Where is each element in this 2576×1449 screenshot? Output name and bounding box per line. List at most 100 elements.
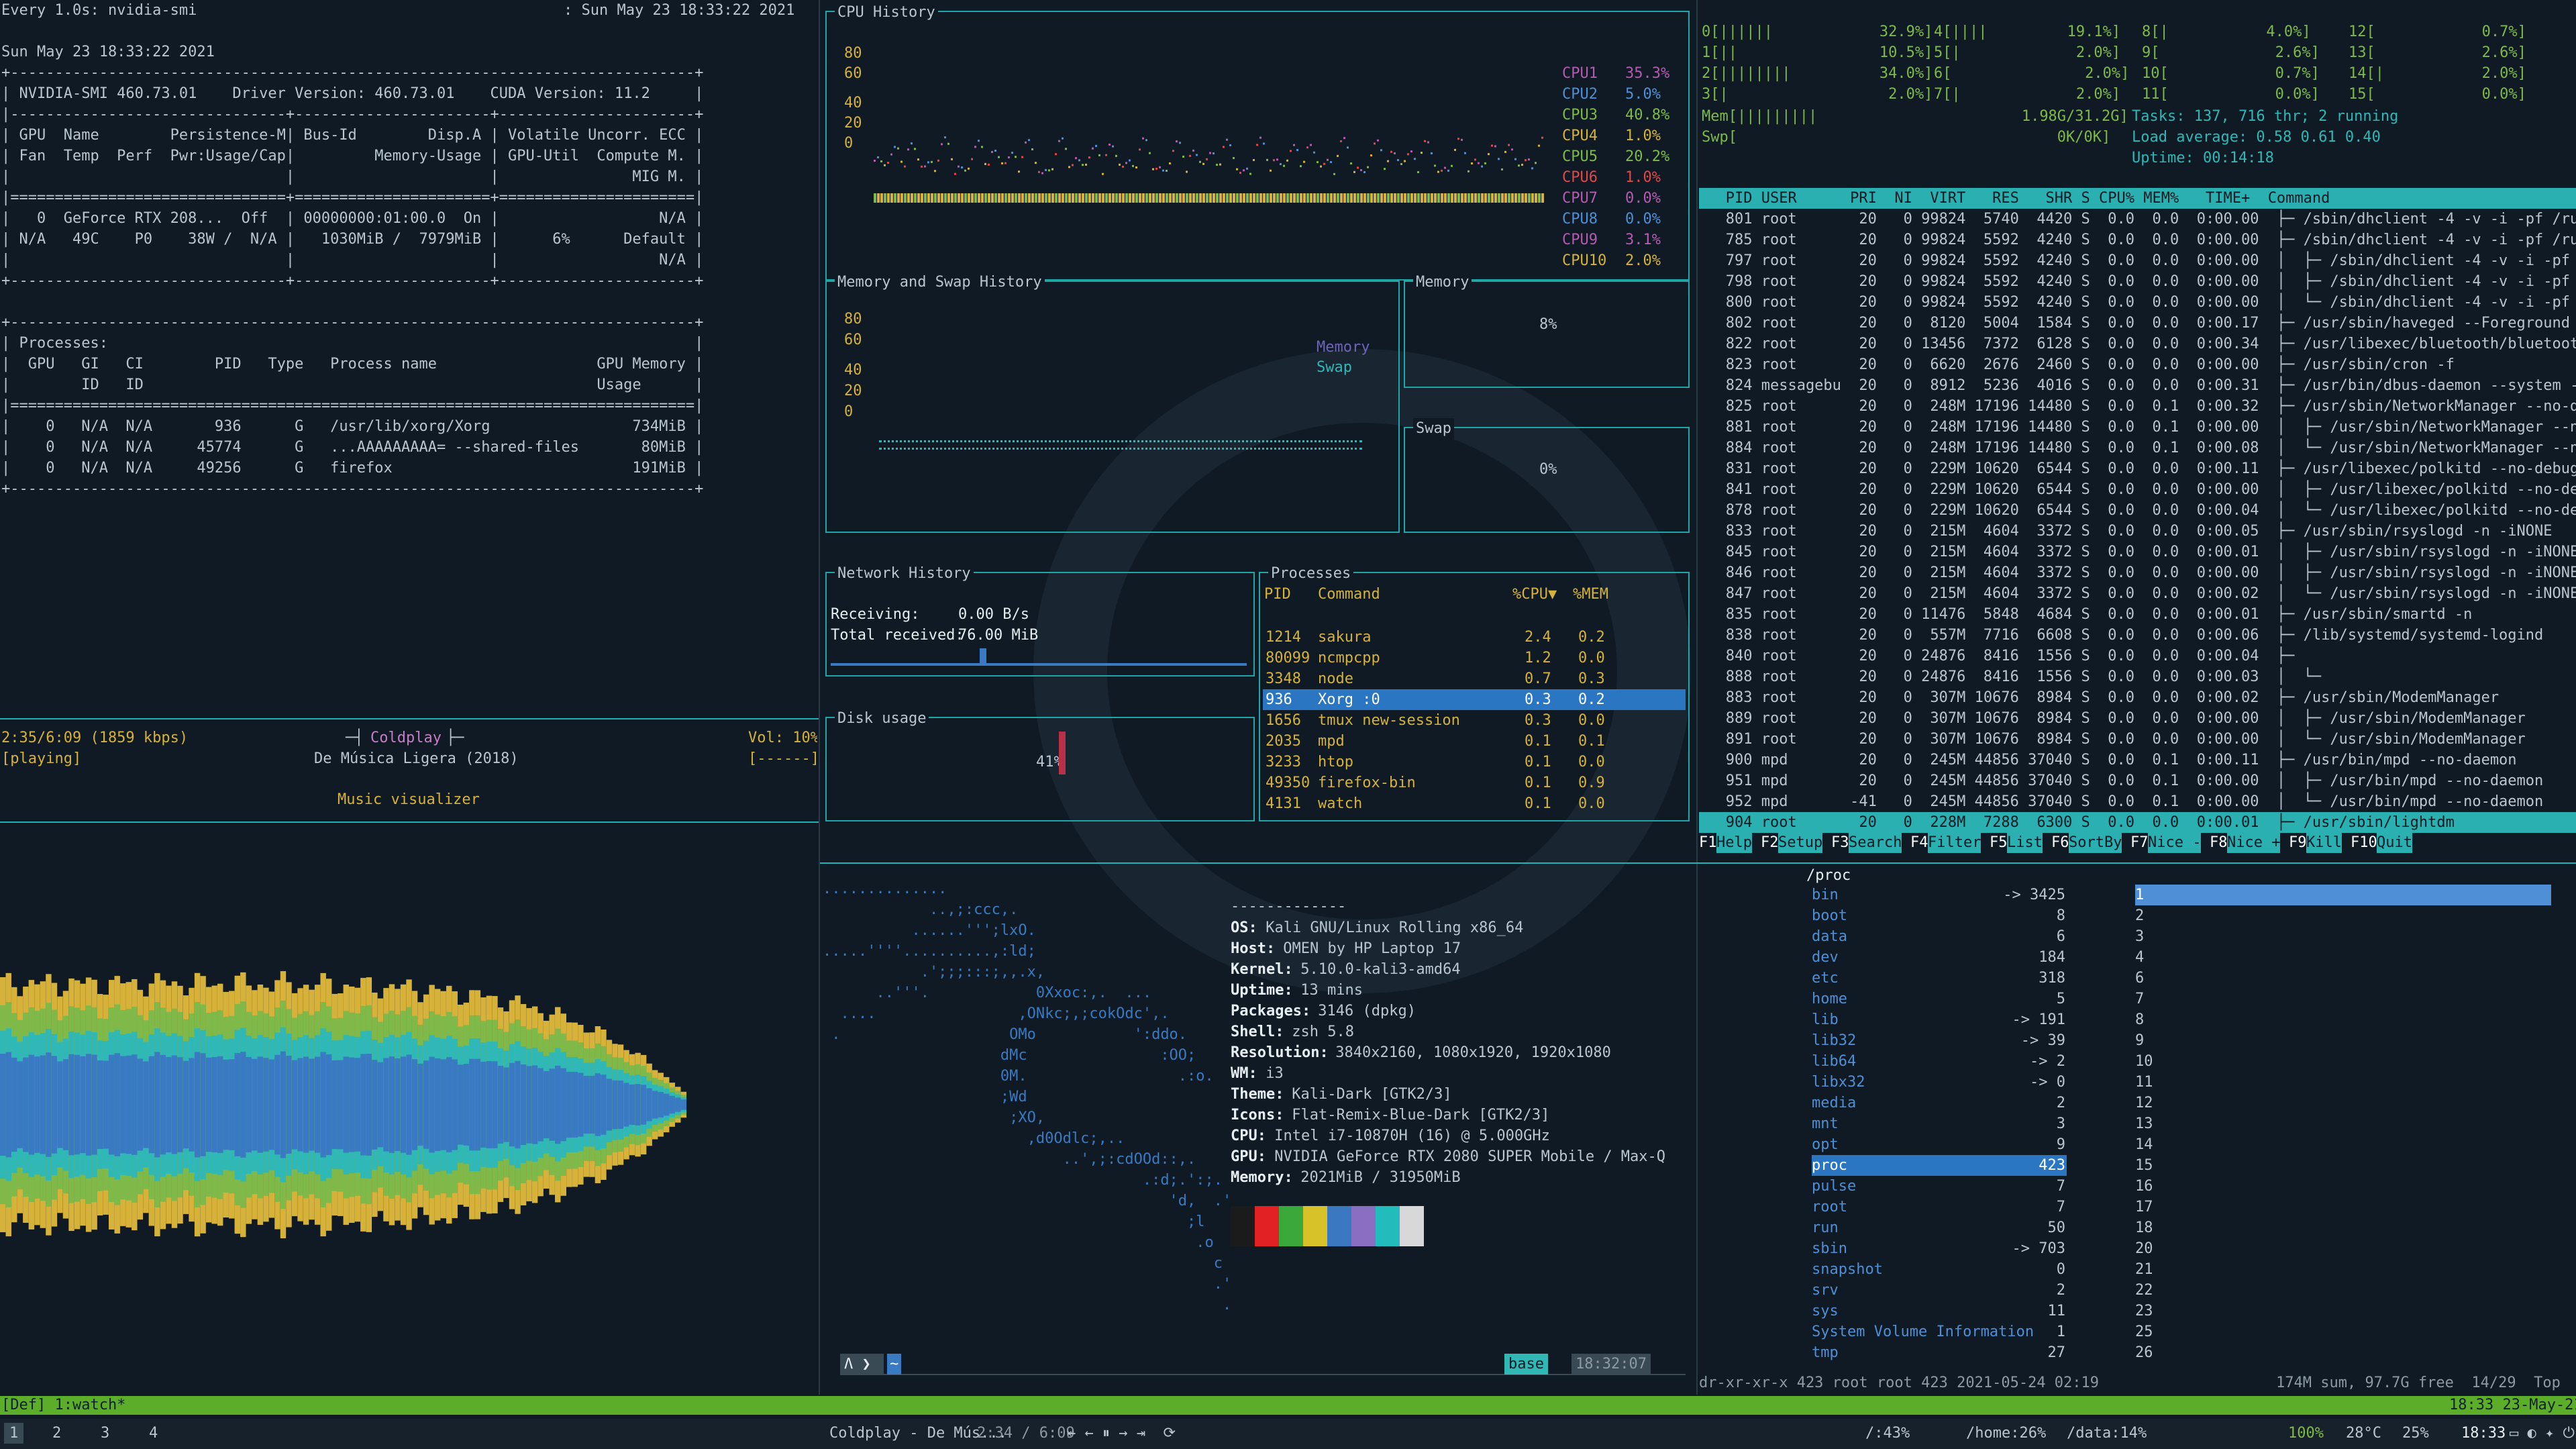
process-row[interactable]: 3348 node 0.7 0.3 [1263, 668, 1686, 689]
ranger-preview-entry[interactable]: 1 [2135, 885, 2551, 905]
ranger-preview-entry[interactable]: 7 [2135, 989, 2144, 1009]
htop-fkey[interactable]: F2 [1761, 832, 1779, 853]
process-row[interactable]: 49350 firefox-bin 0.1 0.9 [1263, 772, 1686, 793]
htop-fkey-label[interactable]: Nice + [2227, 832, 2281, 853]
bpytop-pane[interactable]: CPU History 80 60 40 20 0 CPU1 35.3% CPU2 5.0% C… [820, 0, 1696, 862]
ranger-preview-entry[interactable]: 12 [2135, 1093, 2153, 1113]
nvidia-smi-pane[interactable]: Every 1.0s: nvidia-smi : Sun May 23 18:3… [0, 0, 817, 717]
htop-process-row[interactable]: 878 root 20 0 229M 10620 6544 S 0.0 0.0 … [1699, 500, 2576, 521]
ranger-preview-entry[interactable]: 18 [2135, 1217, 2153, 1238]
ranger-preview-entry[interactable]: 13 [2135, 1113, 2153, 1134]
htop-fkey[interactable]: F3 [1831, 832, 1849, 853]
htop-process-row[interactable]: 952 mpd -41 0 245M 44856 37040 S 0.0 0.1… [1699, 791, 2576, 812]
process-row[interactable]: 1656 tmux new-session 0.3 0.0 [1263, 710, 1686, 731]
htop-process-row[interactable]: 785 root 20 0 99824 5592 4240 S 0.0 0.0 … [1699, 230, 2576, 250]
ranger-preview-entry[interactable]: 20 [2135, 1238, 2153, 1259]
htop-process-row[interactable]: 840 root 20 0 24876 8416 1556 S 0.0 0.0 … [1699, 646, 2576, 666]
htop-fkey-label[interactable]: Filter [1928, 832, 1981, 853]
ranger-preview-entry[interactable]: 11 [2135, 1072, 2153, 1093]
htop-fkey[interactable]: F5 [1990, 832, 2008, 853]
process-row[interactable]: 1214 sakura 2.4 0.2 [1263, 627, 1686, 648]
htop-process-row[interactable]: 900 mpd 20 0 245M 44856 37040 S 0.0 0.1 … [1699, 750, 2576, 770]
htop-process-row[interactable]: 841 root 20 0 229M 10620 6544 S 0.0 0.0 … [1699, 479, 2576, 500]
ranger-preview-entry[interactable]: 3 [2135, 926, 2144, 947]
htop-process-row[interactable]: 822 root 20 0 13456 7372 6128 S 0.0 0.0 … [1699, 334, 2576, 354]
htop-process-row[interactable]: 797 root 20 0 99824 5592 4240 S 0.0 0.0 … [1699, 250, 2576, 271]
ranger-preview-entry[interactable]: 15 [2135, 1155, 2153, 1176]
htop-process-row[interactable]: 951 mpd 20 0 245M 44856 37040 S 0.0 0.1 … [1699, 770, 2576, 791]
htop-fkey-label[interactable]: Nice - [2148, 832, 2202, 853]
workspace-button[interactable]: 4 [149, 1423, 158, 1444]
htop-fkey-label[interactable]: Quit [2377, 832, 2412, 853]
htop-fkey[interactable]: F1 [1699, 832, 1717, 853]
ranger-preview-entry[interactable]: 9 [2135, 1030, 2144, 1051]
workspace-button[interactable]: 2 [52, 1423, 61, 1444]
htop-process-row[interactable]: 888 root 20 0 24876 8416 1556 S 0.0 0.0 … [1699, 666, 2576, 687]
neofetch-pane[interactable]: .............. ..,;:ccc,. ......''';lxO.… [820, 864, 1696, 1395]
htop-fkey-label[interactable]: Search [1849, 832, 1902, 853]
process-row[interactable]: 3233 htop 0.1 0.0 [1263, 752, 1686, 772]
ranger-preview-entry[interactable]: 8 [2135, 1009, 2144, 1030]
ranger-preview-entry[interactable]: 21 [2135, 1259, 2153, 1280]
media-controls[interactable]: ⇤ ← ⏸ → ⇥ ⟳ [1067, 1423, 1176, 1444]
ranger-preview-entry[interactable]: 17 [2135, 1197, 2153, 1217]
htop-process-row[interactable]: 825 root 20 0 248M 17196 14480 S 0.0 0.1… [1699, 396, 2576, 417]
ranger-preview-entry[interactable]: 23 [2135, 1301, 2153, 1321]
htop-fkey-label[interactable]: SortBy [2069, 832, 2122, 853]
htop-process-row[interactable]: 838 root 20 0 557M 7716 6608 S 0.0 0.0 0… [1699, 625, 2576, 646]
htop-fkey[interactable]: F4 [1910, 832, 1928, 853]
proc-header-pid[interactable]: PID [1264, 584, 1291, 605]
ranger-preview-entry[interactable]: 14 [2135, 1134, 2153, 1155]
htop-fkey-label[interactable]: Help [1716, 832, 1752, 853]
htop-process-row[interactable]: 798 root 20 0 99824 5592 4240 S 0.0 0.0 … [1699, 271, 2576, 292]
htop-process-row[interactable]: 846 root 20 0 215M 4604 3372 S 0.0 0.0 0… [1699, 562, 2576, 583]
shell-prompt[interactable]: Λ ❯ ~ base 18:32:07 [840, 1354, 1686, 1375]
workspace-button[interactable]: 1 [4, 1423, 24, 1444]
htop-process-row[interactable]: 800 root 20 0 99824 5592 4240 S 0.0 0.0 … [1699, 292, 2576, 313]
htop-fkey[interactable]: F8 [2210, 832, 2228, 853]
htop-fkey[interactable]: F10 [2351, 832, 2377, 853]
ranger-preview-entry[interactable]: 16 [2135, 1176, 2153, 1197]
ranger-preview-entry[interactable]: 25 [2135, 1321, 2153, 1342]
htop-process-row[interactable]: 835 root 20 0 11476 5848 4684 S 0.0 0.0 … [1699, 604, 2576, 625]
workspace-button[interactable]: 3 [101, 1423, 109, 1444]
ranger-pane[interactable]: /proc bin -> 3425 1 boot 8 2 data 6 3 dev 184 4 etc 3… [1699, 864, 2576, 1395]
htop-process-row[interactable]: 802 root 20 0 8120 5004 1584 S 0.0 0.0 0… [1699, 313, 2576, 334]
htop-fkey[interactable]: F6 [2051, 832, 2069, 853]
htop-process-row[interactable]: 881 root 20 0 248M 17196 14480 S 0.0 0.1… [1699, 417, 2576, 438]
htop-process-row[interactable]: 833 root 20 0 215M 4604 3372 S 0.0 0.0 0… [1699, 521, 2576, 542]
htop-process-row[interactable]: 801 root 20 0 99824 5740 4420 S 0.0 0.0 … [1699, 209, 2576, 230]
htop-pane[interactable]: 0[|||||| 32.9%] 1[|| 10.5%] 2[|||||||| 34.… [1699, 0, 2576, 862]
proc-header-mem[interactable]: %MEM [1573, 584, 1608, 605]
ranger-preview-entry[interactable]: 4 [2135, 947, 2144, 968]
tray-icons[interactable]: ▭ ◐ ✦ ⏻ [2510, 1423, 2575, 1444]
ranger-preview-entry[interactable]: 26 [2135, 1342, 2153, 1363]
process-row[interactable]: 80099 ncmpcpp 1.2 0.0 [1263, 648, 1686, 668]
htop-process-row[interactable]: 823 root 20 0 6620 2676 2460 S 0.0 0.0 0… [1699, 354, 2576, 375]
process-row[interactable]: 2035 mpd 0.1 0.1 [1263, 731, 1686, 752]
htop-fkey-label[interactable]: Kill [2306, 832, 2342, 853]
htop-process-row[interactable]: 831 root 20 0 229M 10620 6544 S 0.0 0.0 … [1699, 458, 2576, 479]
tmux-session[interactable]: [Def] 1:watch* [1, 1395, 125, 1415]
htop-fkey-label[interactable]: Setup [1778, 832, 1823, 853]
ranger-preview-entry[interactable]: 10 [2135, 1051, 2153, 1072]
htop-column-header[interactable]: PID USER PRI NI VIRT RES SHR S CPU% MEM%… [1699, 188, 2576, 209]
proc-header-command[interactable]: Command [1318, 584, 1380, 605]
htop-process-row[interactable]: 891 root 20 0 307M 10676 8984 S 0.0 0.0 … [1699, 729, 2576, 750]
ncmpcpp-header[interactable]: 2:35/6:09 (1859 kbps) ─┤ Coldplay ├─ Vol… [0, 719, 817, 820]
htop-fkey[interactable]: F9 [2289, 832, 2307, 853]
process-row[interactable]: 936 Xorg :0 0.3 0.2 [1263, 689, 1686, 710]
htop-process-row[interactable]: 845 root 20 0 215M 4604 3372 S 0.0 0.0 0… [1699, 542, 2576, 562]
htop-process-row[interactable]: 889 root 20 0 307M 10676 8984 S 0.0 0.0 … [1699, 708, 2576, 729]
htop-process-row[interactable]: 904 root 20 0 228M 7288 6300 S 0.0 0.0 0… [1699, 812, 2576, 833]
htop-process-row[interactable]: 847 root 20 0 215M 4604 3372 S 0.0 0.0 0… [1699, 583, 2576, 604]
htop-process-row[interactable]: 824 messagebu 20 0 8912 5236 4016 S 0.0 … [1699, 375, 2576, 396]
proc-header-cpu[interactable]: %CPU▼ [1512, 584, 1557, 605]
htop-fkey-label[interactable]: List [2007, 832, 2043, 853]
process-row[interactable]: 4131 watch 0.1 0.0 [1263, 793, 1686, 814]
htop-fkey[interactable]: F7 [2130, 832, 2149, 853]
ranger-preview-entry[interactable]: 2 [2135, 905, 2144, 926]
ranger-preview-entry[interactable]: 22 [2135, 1280, 2153, 1301]
ranger-preview-entry[interactable]: 6 [2135, 968, 2144, 989]
htop-process-row[interactable]: 884 root 20 0 248M 17196 14480 S 0.0 0.1… [1699, 438, 2576, 458]
